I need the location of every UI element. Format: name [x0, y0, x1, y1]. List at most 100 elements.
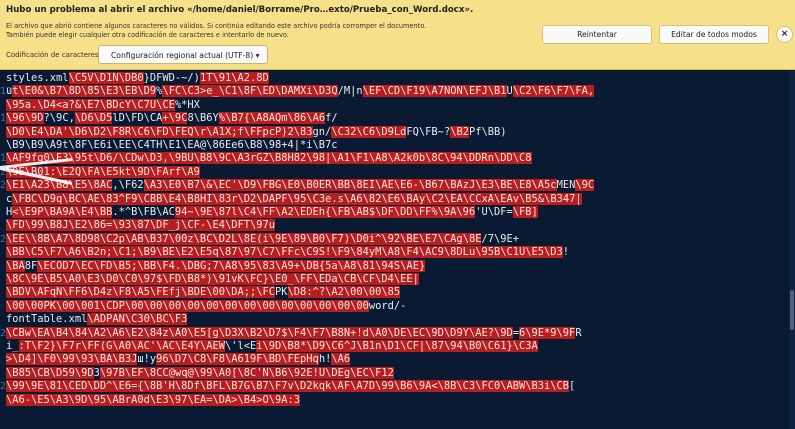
code-line[interactable]: \A6-\E5\A3\9D\95\ABrA0d\E3\97\EA=\DA>\B4…: [0, 393, 795, 407]
invalid-bytes: 6\9E*9\9F: [519, 326, 576, 339]
code-line[interactable]: 23\CBw\EA\B4\84\A2\A6\E2\84z\A0\E5[g\D3X…: [0, 326, 795, 340]
invalid-bytes: \CB\D59\9D: [31, 366, 94, 379]
invalid-bytes: \B85: [6, 366, 32, 379]
scrollbar-thumb[interactable]: [790, 290, 794, 330]
invalid-bytes: @wq@\99\A0[: [168, 366, 238, 379]
code-line[interactable]: 19\AF9fg0\E3\95t\D6/\CDw\D3,\9BU\B8\9C\A…: [0, 152, 795, 165]
invalid-bytes: \00: [56, 299, 75, 312]
encoding-error-infobar: Hubo un problema al abrir el archivo «/h…: [0, 0, 795, 70]
invalid-bytes: \F9\84y: [331, 246, 376, 259]
invalid-bytes: \99\9E\81\CED\DD^\E6=: [6, 380, 138, 393]
code-line[interactable]: 22\EE\\8B\A7\8D98\C2p\AB\B37\00z\BC\D2L\…: [0, 232, 795, 246]
invalid-bytes: F\95\C3e.: [281, 192, 338, 205]
invalid-bytes: \001: [74, 299, 100, 312]
code-line[interactable]: 17ut\E0&\B7\8D\85\E3\EB\D9%\FC\C3>e_\C1\…: [0, 85, 795, 98]
retry-button[interactable]: Reintentar: [542, 25, 652, 44]
code-line[interactable]: >\D4]\F0\99\93\BA\B3Jш!y96\D7\C8\F8\A619…: [0, 353, 795, 366]
code-text: /M|n: [337, 85, 363, 98]
invalid-bytes: \F4.\DBG;7: [156, 259, 219, 272]
code-line[interactable]: \95a.\D4<a?&\E7\BDcY\C7U\CE%*HX: [0, 98, 795, 112]
invalid-bytes: \FC\C3>e_\C1\8F\ED\DAMXi\D3Q: [162, 85, 338, 98]
code-line[interactable]: c\FBC\D9q\BC\AE\83^F9\CBB\E4\B8HI\83r\D2…: [0, 192, 795, 206]
invalid-bytes: \8C\9E\B5\A0\E3: [6, 273, 100, 285]
code-line[interactable]: 21\E1\A23\B8\E5\8AC,\F62\A3\E0\B7\&\EC'\…: [0, 179, 795, 192]
code-line[interactable]: \BB\C5\F7\A6\B2n;\C1;\B9\BE\E2\E5q\87\97…: [0, 246, 795, 259]
code-line[interactable]: \00\00PK\00\001\CDP\00\00\00\00\00\00\00…: [0, 299, 795, 313]
invalid-bytes: \C0\97$\FD\B8*)\91vK\FC}\E0_: [118, 273, 294, 285]
invalid-bytes: t: [12, 85, 19, 98]
infobar-message-line-1: El archivo que abrió contiene algunos ca…: [6, 22, 427, 30]
invalid-bytes: *\D9\C6^J\B1n\D1: [300, 340, 401, 352]
code-line[interactable]: 20\9E\B01:\E2Q\FA\E5kt\9D\FArf\A9: [0, 165, 795, 179]
invalid-bytes: :T\F2}\F7r\FF(: [18, 340, 107, 352]
invalid-bytes: \DA>\B4>O\9A:3: [212, 393, 301, 406]
code-line[interactable]: \8C\9E\B5\A0\E3\D0\C0\97$\FD\B8*)\91vK\F…: [0, 273, 795, 286]
invalid-bytes: s\A6\82\E6: [337, 192, 401, 205]
invalid-bytes: \D3: [544, 246, 563, 259]
invalid-bytes: -\E5\A3: [24, 393, 69, 406]
invalid-bytes: \CB\CF\D4\EE|: [337, 273, 419, 285]
invalid-bytes: \CBw\EA\B4: [6, 326, 69, 339]
invalid-bytes: _j\CF-\E4\DFT\97u: [168, 219, 276, 232]
code-text: ш!y: [137, 353, 157, 366]
invalid-bytes: \B1: [487, 85, 507, 98]
invalid-bytes: ^\92\BE\E7\CAg: [375, 232, 463, 245]
invalid-bytes: {\8B'H\8Df\BFL\B7G\B7\F7v\D2kqk\AF\A7D\9…: [137, 380, 457, 393]
invalid-bytes: \C5V\D1N\DB0: [68, 72, 144, 84]
invalid-bytes: \D2\DAP: [237, 192, 282, 205]
code-text: ,\F62: [112, 179, 144, 192]
code-line[interactable]: 25\99\9E\81\CED\DD^\E6={\8B'H\8Df\BFL\B7…: [0, 380, 795, 393]
infobar-message-line-2: También puede elegir cualquier otra codi…: [6, 31, 289, 39]
close-icon[interactable]: ×: [776, 26, 793, 43]
invalid-bytes: u\95B\C1U\E5: [468, 246, 545, 259]
invalid-bytes: \D6\D2\F8R\C6: [68, 125, 150, 138]
code-text: 3: [93, 366, 100, 379]
vertical-scrollbar[interactable]: [789, 70, 795, 429]
invalid-bytes: Y\C7U\CE: [124, 98, 175, 111]
code-line[interactable]: 18\96\9D?\9C,\D6\D5lD\FD\CA+\9C8\B6Y%\B7…: [0, 112, 795, 125]
invalid-bytes: [g\D3X\B2: [206, 326, 263, 339]
code-text: MEN: [556, 179, 576, 192]
invalid-bytes: %\B7{\A8AQm\86\A6: [218, 112, 326, 125]
code-line[interactable]: \D0\E4\DA'\D6\D2\F8R\C6\FD\FEQ\r\A1X;f\F…: [0, 125, 795, 139]
code-line[interactable]: fontTable.xml\ADPAN\C30\BC\F3: [0, 313, 795, 326]
invalid-bytes: \EE\\8B\A7: [6, 232, 69, 245]
code-line[interactable]: \B85\CB\D59\9D3\97B\EF\8CC@wq@\99\A0[\8C…: [0, 366, 795, 380]
code-line[interactable]: \FD\99\B8J\E2\86=\93\87\DF_j\CF-\E4\DFT\…: [0, 219, 795, 232]
invalid-bytes: \ECOD7\EC: [37, 259, 94, 272]
code-line[interactable]: styles.xml\C5V\D1N\DB0}DFWD-~/)1T\91\A2.…: [0, 72, 795, 85]
invalid-bytes: \CDP\00\00\00\00\00\00\00\00: [99, 299, 276, 312]
code-line[interactable]: i_:T\F2}\F7r\FF(G\A0\AC'\AC\E4Y\AEW\'l<E…: [0, 340, 795, 353]
invalid-bytes: \8E: [462, 232, 482, 245]
invalid-bytes: g\EC\F12: [343, 366, 394, 379]
edit-anyway-button[interactable]: Editar de todos modos: [659, 25, 769, 44]
invalid-bytes: \C2\F6\F7\FA,: [512, 85, 595, 98]
invalid-bytes: \00\00\85: [343, 286, 401, 299]
invalid-bytes: n\DD\C8: [487, 152, 532, 165]
invalid-bytes: 1T\91\A2.: [199, 72, 257, 84]
code-text: gn/: [312, 125, 332, 138]
invalid-bytes: \DB: [300, 259, 319, 272]
code-text: h!: [318, 353, 332, 366]
code-line[interactable]: \BDV\AFqN\FF6\D4z\F8\A5\FEfj\BDE\00\DA;;…: [0, 286, 795, 299]
invalid-bytes: >\D4]\F0: [6, 353, 57, 366]
invalid-bytes: \B67\BAzJ\E3\BE\E8\A5c: [418, 179, 557, 192]
invalid-bytes: \B6\92E!U\DE: [268, 366, 344, 379]
invalid-bytes: \D6\D5: [74, 112, 113, 125]
invalid-bytes: F9\CBB\E4\B8HI: [124, 192, 213, 205]
invalid-bytes: M\A8\F4\AC9\8DL: [375, 246, 469, 259]
text-editor[interactable]: styles.xml\C5V\D1N\DB0}DFWD-~/)1T\91\A2.…: [0, 70, 795, 429]
code-text: R: [575, 326, 582, 339]
invalid-bytes: \BAy\C2\EA\CCx: [400, 192, 488, 205]
invalid-bytes: 94~\9E\87l\C4\FF\A2\EDEh{\FB\AB$\DF\DD\F…: [174, 206, 432, 218]
invalid-bytes: \B7\&\EC': [181, 179, 238, 192]
invalid-bytes: {5a\A8\81: [318, 259, 376, 272]
encoding-label: Codificación de caracteres:: [6, 51, 102, 59]
code-line[interactable]: \BA8F\ECOD7\EC\FD\B5;\BB\F4.\DBG;7\A8\95…: [0, 259, 795, 273]
code-line[interactable]: H<\E9P\BA9A\E4\BB.*^B\FB\AC94~\9E\87l\C4…: [0, 206, 795, 219]
invalid-bytes: \D8:^?\A2: [287, 286, 344, 299]
code-line[interactable]: \B9\B9\A9t\8F\E6i\EE\C4TH\E1\EA@\86Ee6\B…: [0, 139, 795, 152]
invalid-bytes: \00\00PK: [6, 299, 57, 312]
encoding-select[interactable]: Configuración regional actual (UTF-8) ▾: [98, 45, 268, 64]
invalid-bytes: \CF|\87\94\B0\C6: [400, 340, 501, 352]
